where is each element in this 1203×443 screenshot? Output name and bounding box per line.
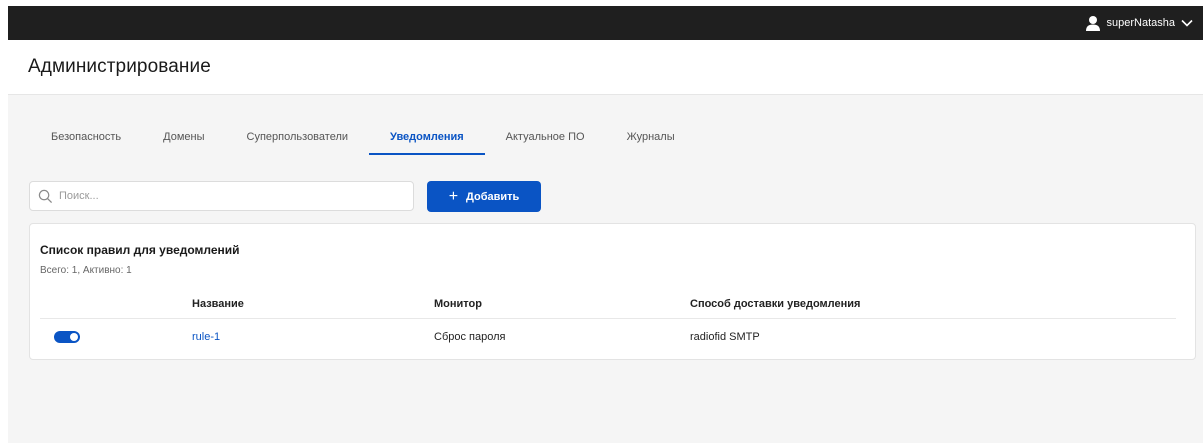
tab-superusers[interactable]: Суперпользователи <box>226 117 369 155</box>
tab-bar: Безопасность Домены Суперпользователи Ув… <box>30 117 696 155</box>
tab-notifications[interactable]: Уведомления <box>369 117 485 155</box>
column-header-monitor[interactable]: Монитор <box>434 298 482 310</box>
table-header: Название Монитор Способ доставки уведомл… <box>40 290 1176 319</box>
page-title: Администрирование <box>28 56 211 77</box>
rules-summary: Всего: 1, Активно: 1 <box>40 265 132 276</box>
chevron-down-icon <box>1181 19 1193 27</box>
search-box[interactable] <box>29 181 414 211</box>
rules-table: Название Монитор Способ доставки уведомл… <box>40 290 1176 355</box>
page-header: Администрирование <box>8 40 1203 95</box>
username: superNatasha <box>1106 17 1176 29</box>
rule-enabled-toggle[interactable] <box>54 331 80 343</box>
user-icon <box>1085 16 1100 31</box>
rule-monitor: Сброс пароля <box>434 331 506 343</box>
add-button[interactable]: + Добавить <box>427 181 541 212</box>
top-bar: superNatasha <box>8 6 1203 40</box>
table-row: rule-1 Сброс пароля radiofid SMTP <box>40 319 1176 355</box>
search-input[interactable] <box>59 190 399 202</box>
search-icon <box>38 189 53 203</box>
tab-domains[interactable]: Домены <box>142 117 225 155</box>
user-menu[interactable]: superNatasha <box>1085 15 1194 31</box>
rule-delivery: radiofid SMTP <box>690 331 760 343</box>
main-content: Безопасность Домены Суперпользователи Ув… <box>8 95 1203 443</box>
tab-security[interactable]: Безопасность <box>30 117 142 155</box>
column-header-delivery[interactable]: Способ доставки уведомления <box>690 298 860 310</box>
tab-current-software[interactable]: Актуальное ПО <box>485 117 606 155</box>
rule-name-link[interactable]: rule-1 <box>192 331 220 343</box>
left-gutter <box>0 0 8 443</box>
tab-logs[interactable]: Журналы <box>606 117 696 155</box>
add-button-label: Добавить <box>466 190 520 203</box>
rules-card: Список правил для уведомлений Всего: 1, … <box>29 223 1196 360</box>
plus-icon: + <box>448 187 459 205</box>
rules-title: Список правил для уведомлений <box>40 243 240 257</box>
column-header-name[interactable]: Название <box>192 298 244 310</box>
